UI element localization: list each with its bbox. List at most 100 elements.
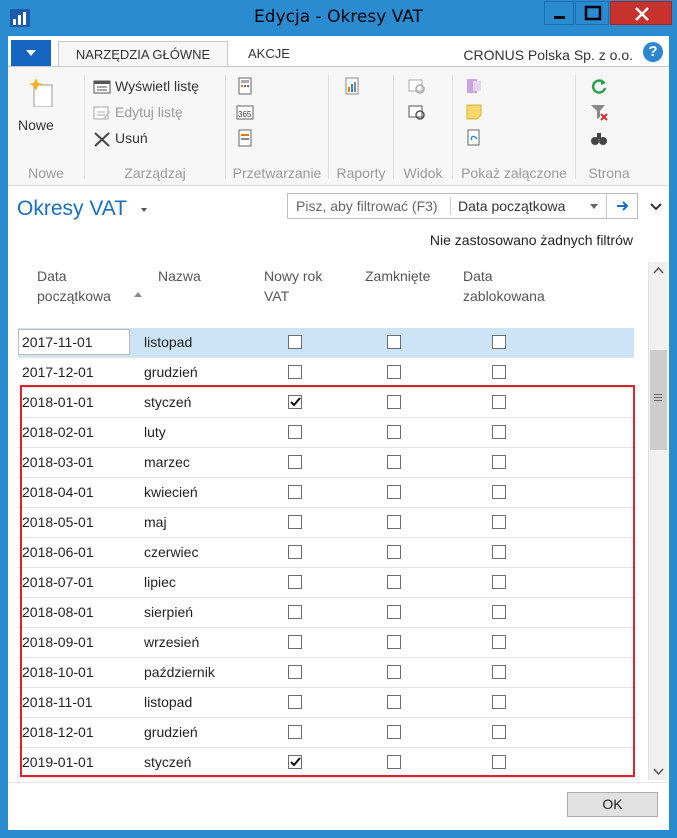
closed-checkbox[interactable] [387,725,401,739]
cell-name[interactable]: marzec [144,448,190,477]
new-vat-year-checkbox[interactable] [288,635,302,649]
new-vat-year-checkbox[interactable] [288,515,302,529]
new-vat-year-checkbox[interactable] [288,575,302,589]
edit-list-button[interactable]: Edytuj listę [93,103,217,123]
page-title-chevron-down-icon[interactable] [141,208,147,212]
cell-name[interactable]: październik [144,658,215,687]
cell-name[interactable]: czerwiec [144,538,198,567]
table-row[interactable]: 2017-11-01 listopad [18,328,634,358]
closed-checkbox[interactable] [387,545,401,559]
cell-start-date[interactable]: 2019-01-01 [22,748,94,777]
closed-checkbox[interactable] [387,605,401,619]
calendar-365-icon[interactable]: 365 [236,103,254,121]
cell-start-date[interactable]: 2018-04-01 [22,478,94,507]
cell-name[interactable]: wrzesień [144,628,199,657]
cell-start-date[interactable]: 2017-11-01 [18,329,130,355]
cell-name[interactable]: listopad [144,328,192,357]
view-icon[interactable] [408,77,426,95]
cell-start-date[interactable]: 2018-02-01 [22,418,94,447]
table-row[interactable]: 2018-10-01 październik [18,658,634,688]
closed-checkbox[interactable] [387,425,401,439]
table-row[interactable]: 2018-11-01 listopad [18,688,634,718]
table-row[interactable]: 2018-05-01 maj [18,508,634,538]
cell-start-date[interactable]: 2018-08-01 [22,598,94,627]
new-vat-year-checkbox[interactable] [288,665,302,679]
table-row[interactable]: 2018-01-01 styczeń [18,388,634,418]
date-locked-checkbox[interactable] [492,365,506,379]
view-list-button[interactable]: Wyświetl listę [93,77,217,97]
cell-name[interactable]: sierpień [144,598,193,627]
closed-checkbox[interactable] [387,695,401,709]
scroll-down-button[interactable] [649,762,668,780]
closed-checkbox[interactable] [387,665,401,679]
col-header-name[interactable]: Nazwa [158,266,201,286]
new-vat-year-checkbox[interactable] [288,365,302,379]
new-vat-year-checkbox[interactable] [288,335,302,349]
cell-start-date[interactable]: 2018-07-01 [22,568,94,597]
date-locked-checkbox[interactable] [492,455,506,469]
table-row[interactable]: 2019-01-01 styczeń [18,748,634,778]
cell-name[interactable]: grudzień [144,718,198,747]
new-button[interactable]: Nowe [18,75,68,139]
table-row[interactable]: 2018-09-01 wrzesień [18,628,634,658]
closed-checkbox[interactable] [387,635,401,649]
cell-start-date[interactable]: 2018-11-01 [22,688,93,717]
col-header-new-vat-year[interactable]: Nowy rok VAT [264,266,322,306]
table-row[interactable]: 2018-04-01 kwiecień [18,478,634,508]
table-row[interactable]: 2018-03-01 marzec [18,448,634,478]
note-icon[interactable] [465,103,483,121]
table-row[interactable]: 2018-08-01 sierpień [18,598,634,628]
date-locked-checkbox[interactable] [492,545,506,559]
search-input[interactable] [288,194,450,218]
filter-field-select[interactable]: Data początkowa [458,198,565,214]
date-locked-checkbox[interactable] [492,515,506,529]
date-locked-checkbox[interactable] [492,335,506,349]
col-header-start-date[interactable]: Data początkowa [37,266,111,306]
new-vat-year-checkbox[interactable] [288,605,302,619]
table-row[interactable]: 2018-07-01 lipiec [18,568,634,598]
ok-button[interactable]: OK [567,792,658,817]
links-icon[interactable] [465,129,483,147]
cell-start-date[interactable]: 2018-01-01 [22,388,94,417]
tab-narzedzia-glowne[interactable]: NARZĘDZIA GŁÓWNE [58,41,228,66]
date-locked-checkbox[interactable] [492,425,506,439]
collapse-chevron-icon[interactable] [649,202,663,212]
closed-checkbox[interactable] [387,365,401,379]
date-locked-checkbox[interactable] [492,485,506,499]
cell-name[interactable]: styczeń [144,748,191,777]
cell-name[interactable]: listopad [144,688,192,717]
cell-start-date[interactable]: 2018-06-01 [22,538,94,567]
report-icon[interactable] [343,77,361,95]
closed-checkbox[interactable] [387,335,401,349]
new-vat-year-checkbox[interactable] [288,725,302,739]
new-vat-year-checkbox[interactable] [288,695,302,709]
refresh-icon[interactable] [590,77,608,95]
calculator-icon[interactable] [236,77,254,95]
vertical-scrollbar[interactable] [648,262,668,780]
scroll-thumb[interactable] [650,350,667,450]
new-vat-year-checkbox[interactable] [288,545,302,559]
new-vat-year-checkbox[interactable] [288,425,302,439]
page-title[interactable]: Okresy VAT [17,197,127,221]
filter-field-chevron-down-icon[interactable] [590,204,598,209]
date-locked-checkbox[interactable] [492,665,506,679]
new-vat-year-checkbox[interactable] [288,395,302,409]
cell-start-date[interactable]: 2018-10-01 [22,658,94,687]
apply-filter-button[interactable] [606,194,638,218]
date-locked-checkbox[interactable] [492,755,506,769]
date-locked-checkbox[interactable] [492,395,506,409]
cell-name[interactable]: maj [144,508,167,537]
date-locked-checkbox[interactable] [492,635,506,649]
date-locked-checkbox[interactable] [492,725,506,739]
cell-name[interactable]: lipiec [144,568,176,597]
date-locked-checkbox[interactable] [492,575,506,589]
tab-akcje[interactable]: AKCJE [248,41,290,66]
new-vat-year-checkbox[interactable] [288,455,302,469]
col-header-date-locked[interactable]: Data zablokowana [463,266,545,306]
cell-start-date[interactable]: 2017-12-01 [22,358,94,387]
col-header-closed[interactable]: Zamknięte [365,266,430,286]
cell-start-date[interactable]: 2018-05-01 [22,508,94,537]
help-icon[interactable]: ? [643,42,663,62]
application-menu-button[interactable] [11,40,51,66]
closed-checkbox[interactable] [387,395,401,409]
